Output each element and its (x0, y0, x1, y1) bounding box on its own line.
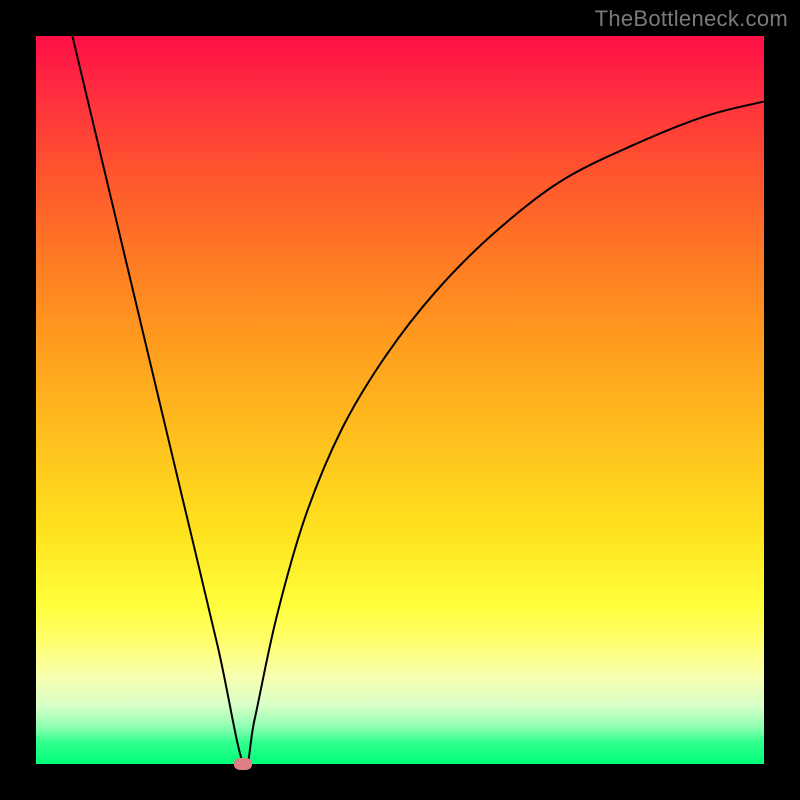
plot-area (36, 36, 764, 764)
chart-frame: TheBottleneck.com (0, 0, 800, 800)
minimum-marker (234, 758, 252, 770)
attribution-text: TheBottleneck.com (595, 6, 788, 32)
bottleneck-curve (72, 36, 764, 767)
curve-layer (36, 36, 764, 764)
